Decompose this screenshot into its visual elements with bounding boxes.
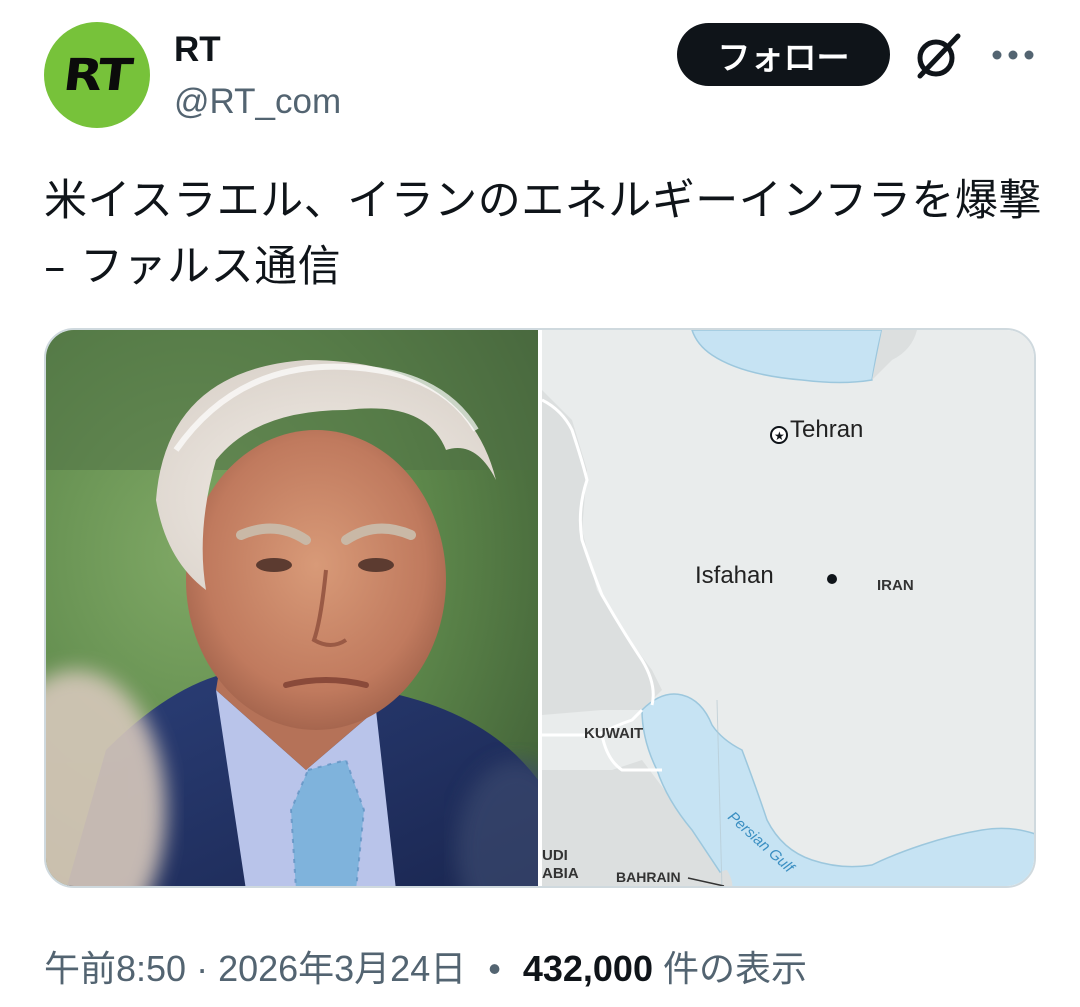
rt-logo: RT (60, 49, 134, 101)
views-count[interactable]: 432,000 (523, 948, 653, 989)
tweet-date[interactable]: 2026年3月24日 (218, 948, 466, 989)
more-icon[interactable] (988, 30, 1038, 80)
tweet-meta: 午前8:50 · 2026年3月24日 • 432,000 件の表示 (44, 940, 807, 992)
tweet-media[interactable]: ★ Tehran Isfahan IRAN KUWAIT UDI ABIA BA… (44, 328, 1036, 888)
news-photo[interactable] (46, 330, 538, 888)
news-map[interactable]: ★ Tehran Isfahan IRAN KUWAIT UDI ABIA BA… (542, 330, 1036, 888)
svg-text:★: ★ (774, 429, 785, 443)
follow-button[interactable]: フォロー (677, 23, 890, 86)
map-label-saudi-line2: ABIA (542, 865, 579, 882)
display-name[interactable]: RT (174, 30, 221, 70)
tweet-time[interactable]: 午前8:50 (44, 948, 186, 989)
avatar[interactable]: RT (44, 22, 150, 128)
map-label-tehran: Tehran (790, 416, 863, 443)
map-label-bahrain: BAHRAIN (616, 869, 681, 885)
map-label-saudi-line1: UDI (542, 847, 568, 864)
meta-separator: · (196, 948, 209, 989)
meta-separator: • (488, 948, 501, 989)
grok-icon[interactable] (912, 30, 964, 82)
map-label-iran: IRAN (877, 577, 914, 594)
map-label-kuwait: KUWAIT (584, 725, 643, 742)
views-label: 件の表示 (663, 948, 808, 989)
user-handle[interactable]: @RT_com (174, 82, 341, 122)
tweet-text: 米イスラエル、イランのエネルギーインフラを爆撃 – ファルス通信 (44, 176, 1042, 292)
map-label-isfahan: Isfahan (695, 562, 774, 589)
